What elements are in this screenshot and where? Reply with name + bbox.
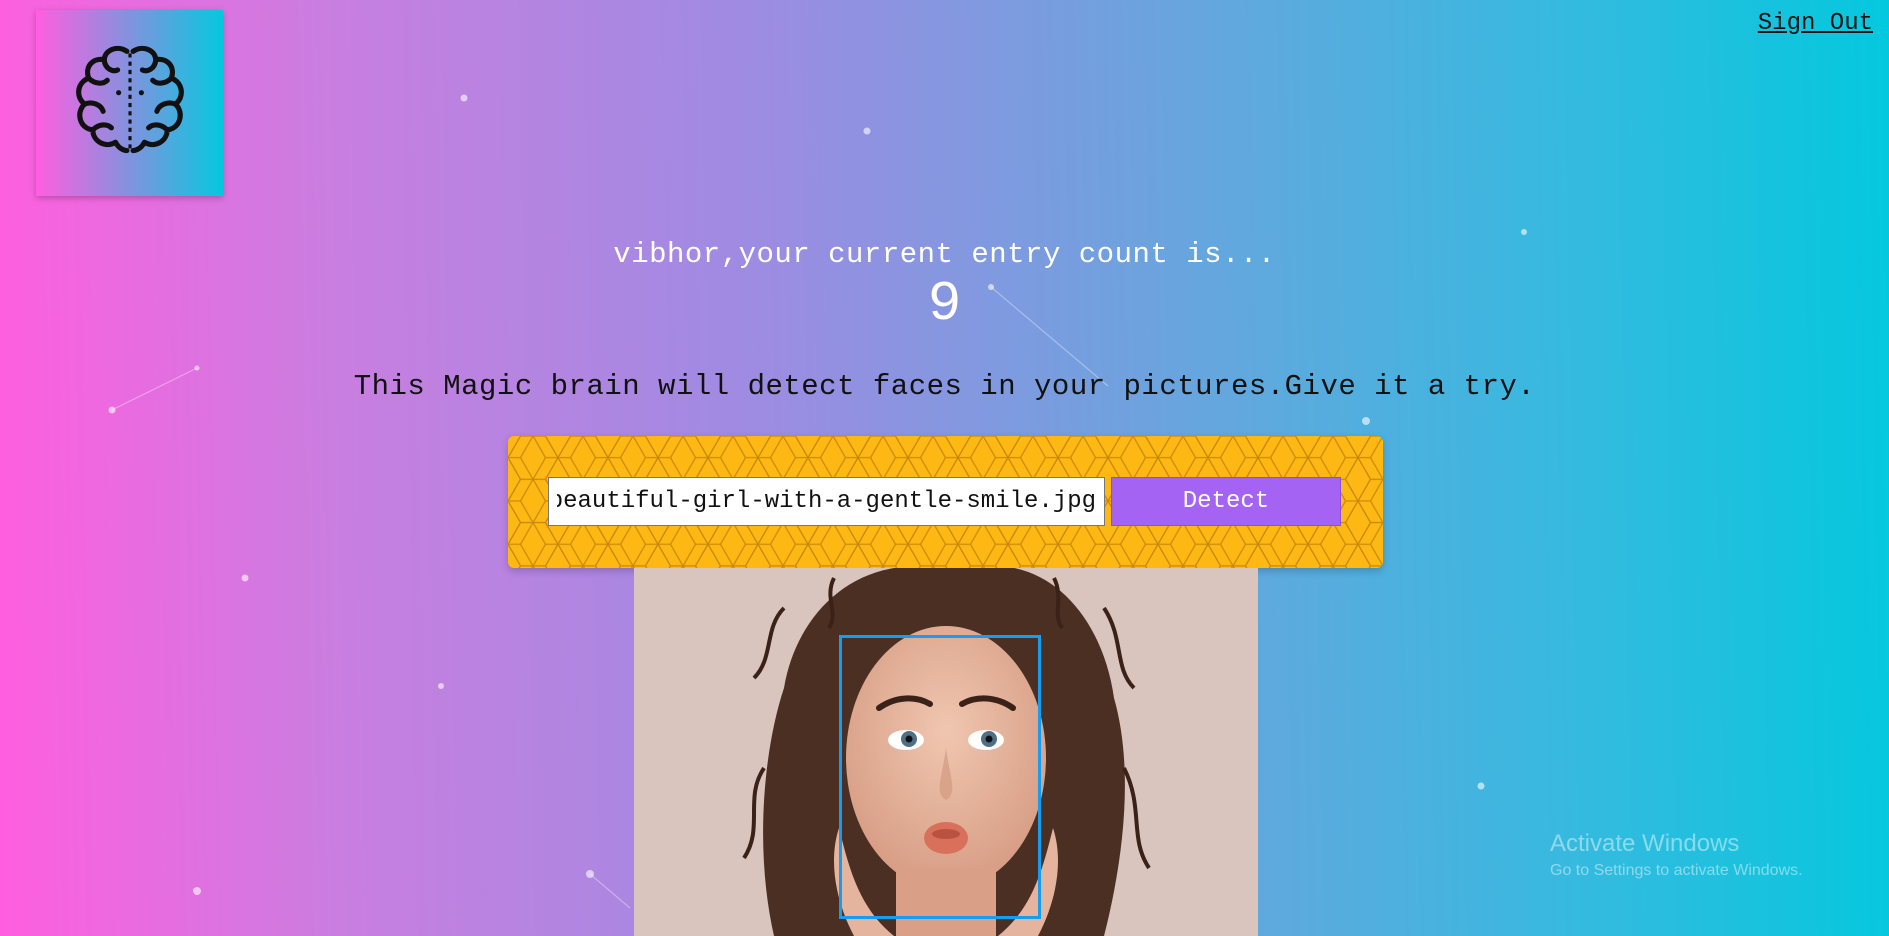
windows-activation-watermark: Activate Windows Go to Settings to activ… — [1550, 830, 1803, 880]
logo — [36, 10, 223, 196]
detect-button[interactable]: Detect — [1111, 477, 1341, 526]
entry-count-message: vibhor,your current entry count is... — [613, 238, 1276, 271]
sign-out-link[interactable]: Sign Out — [1758, 10, 1873, 37]
watermark-title: Activate Windows — [1550, 830, 1740, 857]
image-url-input[interactable] — [548, 477, 1105, 526]
tagline: This Magic brain will detect faces in yo… — [353, 370, 1536, 403]
image-link-form: Detect — [508, 436, 1383, 568]
face-image — [634, 568, 1258, 936]
face-bounding-box — [839, 635, 1041, 919]
watermark-subtitle: Go to Settings to activate Windows. — [1550, 862, 1803, 879]
entry-count-value: 9 — [927, 272, 962, 336]
brain-icon — [75, 45, 184, 154]
